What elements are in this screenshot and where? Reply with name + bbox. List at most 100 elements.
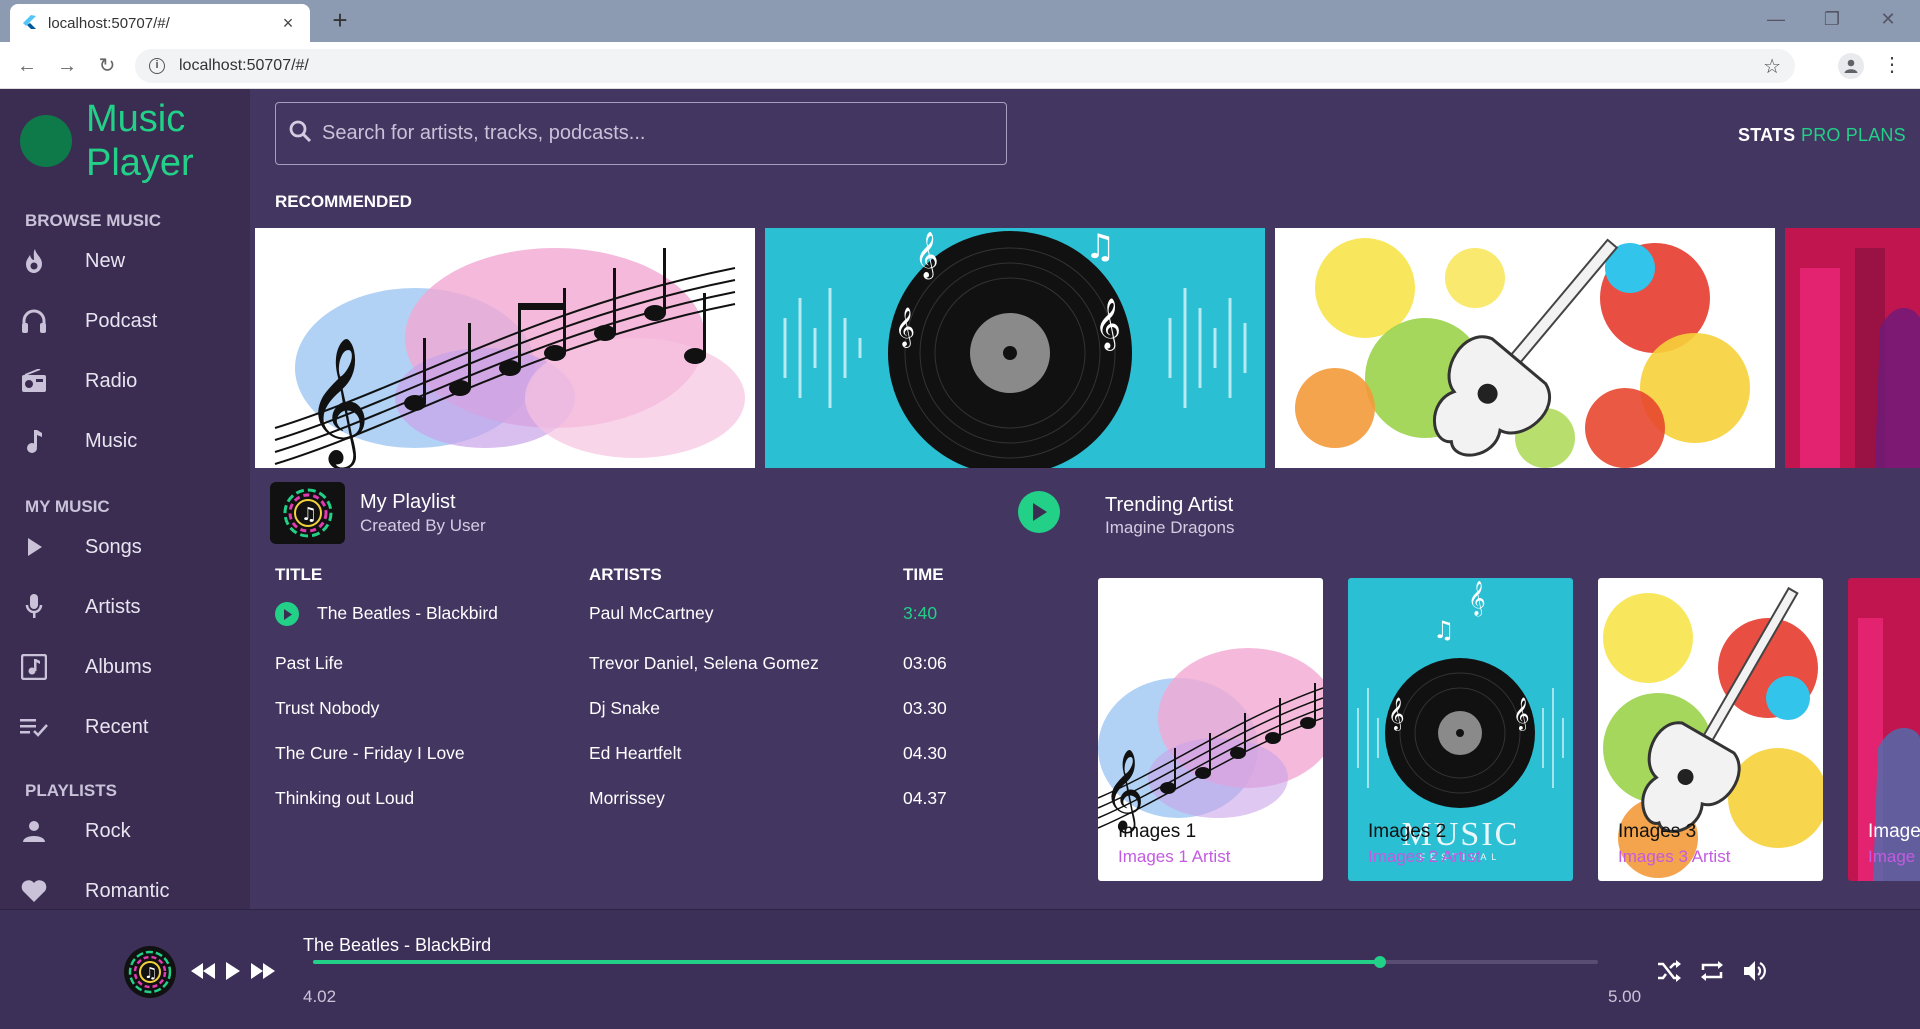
volume-icon[interactable] [1740, 956, 1770, 986]
svg-text:♫: ♫ [1085, 228, 1115, 267]
svg-text:𝄞: 𝄞 [895, 307, 915, 348]
svg-text:𝄞: 𝄞 [305, 336, 370, 468]
artist-card[interactable]: 𝄞 ♫ 𝄞 𝄞 MUSIC FESTIVAL Images 2 Images 2… [1348, 578, 1573, 881]
track-title: Thinking out Loud [275, 788, 415, 808]
play-icon[interactable] [218, 956, 248, 986]
search-input[interactable] [322, 122, 1006, 145]
banner-guitar-paint[interactable] [1275, 228, 1775, 468]
track-time: 03:06 [903, 653, 947, 673]
card-title: Images 1 [1118, 821, 1197, 842]
back-arrow-icon[interactable]: ← [14, 53, 40, 79]
progress-fill [313, 960, 1380, 964]
fast-forward-icon[interactable] [248, 956, 278, 986]
now-playing-title: The Beatles - BlackBird [303, 935, 492, 955]
fire-icon [20, 247, 48, 275]
card-title: Images 2 [1368, 821, 1447, 842]
banner-concert[interactable] [1785, 228, 1920, 468]
banner-music-notes[interactable]: 𝄞 [255, 228, 755, 468]
trending-play-button[interactable] [1018, 491, 1060, 533]
play-icon [20, 533, 48, 561]
playlist-title: My Playlist [360, 490, 456, 513]
artist-card[interactable]: Images 3 Images 3 Artist [1598, 578, 1823, 881]
svg-text:♫: ♫ [1433, 616, 1455, 644]
sidebar-item-podcast[interactable]: Podcast [20, 301, 240, 341]
column-header-time: TIME [903, 565, 944, 584]
sidebar-item-rock[interactable]: Rock [20, 811, 240, 851]
playlist-subtitle: Created By User [360, 515, 486, 535]
table-row[interactable]: Thinking out Loud Morrissey 04.37 [275, 786, 955, 826]
sidebar-item-label: New [85, 249, 126, 272]
search-icon [288, 119, 312, 148]
brand-title-line-1: Music [86, 98, 186, 140]
now-playing-icon[interactable] [275, 602, 299, 626]
svg-text:𝄞: 𝄞 [1468, 581, 1486, 617]
profile-avatar-icon[interactable] [1838, 53, 1864, 79]
search-box[interactable] [275, 102, 1007, 165]
browser-menu-icon[interactable]: ⋮ [1882, 52, 1902, 78]
close-tab-icon[interactable]: × [278, 13, 298, 34]
reload-icon[interactable]: ↻ [94, 53, 120, 79]
sidebar-item-new[interactable]: New [20, 241, 240, 281]
track-time: 3:40 [903, 603, 938, 623]
heart-icon [20, 877, 48, 905]
url-text[interactable]: localhost:50707/#/ [179, 57, 1763, 75]
sidebar-item-songs[interactable]: Songs [20, 527, 240, 567]
minimize-icon[interactable]: — [1756, 6, 1796, 32]
music-note-icon [20, 427, 48, 455]
shuffle-icon[interactable] [1654, 956, 1684, 986]
sidebar-item-label: Albums [85, 655, 152, 678]
svg-text:♫: ♫ [301, 504, 317, 525]
svg-text:𝄞: 𝄞 [915, 232, 939, 280]
sidebar-item-albums[interactable]: Albums [20, 647, 240, 687]
headphones-icon [20, 307, 48, 335]
player-bar: ♫ The Beatles - BlackBird 4.02 5.00 [0, 909, 1920, 1029]
recommended-heading: RECOMMENDED [275, 192, 412, 211]
track-artists: Trevor Daniel, Selena Gomez [589, 653, 819, 673]
track-artists: Ed Heartfelt [589, 743, 682, 763]
browser-tab-bar: localhost:50707/#/ × + — ❐ ✕ [0, 0, 1920, 42]
trending-subtitle: Imagine Dragons [1105, 518, 1235, 537]
section-my-music: MY MUSIC [25, 497, 110, 516]
sidebar-item-music[interactable]: Music [20, 421, 240, 461]
playlist-check-icon [20, 713, 48, 741]
repeat-icon[interactable] [1697, 956, 1727, 986]
rewind-icon[interactable] [188, 956, 218, 986]
track-title: The Cure - Friday I Love [275, 743, 465, 763]
bookmark-star-icon[interactable]: ☆ [1763, 54, 1781, 79]
omnibox[interactable]: i localhost:50707/#/ ☆ [135, 49, 1795, 83]
main-content: STATS PRO PLANS RECOMMENDED 𝄞 [250, 89, 1920, 909]
table-row[interactable]: The Cure - Friday I Love Ed Heartfelt 04… [275, 741, 955, 781]
music-player-app: Music Player BROWSE MUSIC New Podcast Ra… [0, 89, 1920, 1029]
close-window-icon[interactable]: ✕ [1868, 6, 1908, 32]
card-artist: Images 2 Artist [1368, 847, 1481, 866]
total-time: 5.00 [1608, 987, 1642, 1006]
radio-icon [20, 367, 48, 395]
table-row[interactable]: The Beatles - Blackbird Paul McCartney 3… [275, 601, 955, 641]
artist-card[interactable]: 𝄞 Images 1 Images 1 Artist [1098, 578, 1323, 881]
new-tab-button[interactable]: + [326, 7, 354, 35]
restore-icon[interactable]: ❐ [1812, 6, 1852, 32]
table-row[interactable]: Past Life Trevor Daniel, Selena Gomez 03… [275, 651, 955, 691]
card-artist: Images 3 Artist [1618, 847, 1731, 866]
sidebar-item-label: Artists [85, 595, 141, 618]
playlist-meta: My Playlist Created By User [345, 491, 486, 536]
sidebar-item-radio[interactable]: Radio [20, 361, 240, 401]
progress-handle[interactable] [1373, 956, 1386, 968]
sidebar-item-romantic[interactable]: Romantic [20, 871, 240, 911]
sidebar-item-artists[interactable]: Artists [20, 587, 240, 627]
forward-arrow-icon[interactable]: → [54, 53, 80, 79]
column-header-title: TITLE [275, 565, 323, 584]
browser-tab[interactable]: localhost:50707/#/ × [10, 4, 310, 42]
stats-link[interactable]: STATS [1738, 125, 1795, 146]
pro-plans-link[interactable]: PRO PLANS [1801, 125, 1906, 146]
artist-card[interactable]: Image Image [1848, 578, 1920, 881]
banner-vinyl-record[interactable]: 𝄞 ♫ 𝄞 𝄞 [765, 228, 1265, 468]
site-info-icon[interactable]: i [149, 58, 165, 74]
sidebar-item-recent[interactable]: Recent [20, 707, 240, 747]
table-row[interactable]: Trust Nobody Dj Snake 03.30 [275, 696, 955, 736]
progress-bar[interactable] [313, 956, 1598, 968]
track-time: 04.37 [903, 788, 947, 808]
track-title: Past Life [275, 653, 344, 673]
sidebar-item-label: Rock [85, 819, 131, 842]
card-artist: Image [1868, 847, 1916, 866]
